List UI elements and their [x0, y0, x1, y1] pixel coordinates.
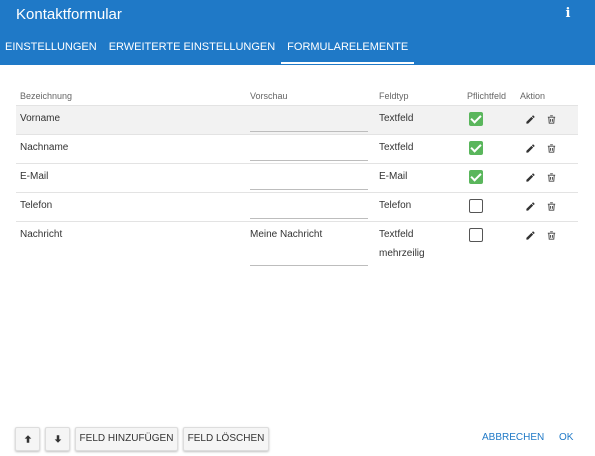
arrow-down-icon: [53, 435, 63, 447]
table-row[interactable]: E-Mail E-Mail: [16, 164, 578, 193]
move-up-button[interactable]: [15, 427, 40, 451]
field-type: Textfeld: [379, 142, 414, 153]
required-checkbox[interactable]: [469, 141, 483, 155]
field-type: Textfeld: [379, 113, 414, 124]
field-label: E-Mail: [20, 171, 49, 182]
trash-icon[interactable]: [546, 172, 557, 183]
field-label: Nachricht: [20, 229, 63, 240]
pencil-icon[interactable]: [525, 230, 536, 241]
field-label: Telefon: [20, 200, 53, 211]
field-label: Vorname: [20, 113, 61, 124]
field-type-line2: mehrzeilig: [379, 248, 425, 259]
trash-icon[interactable]: [546, 230, 557, 241]
column-header-bezeichnung: Bezeichnung: [20, 91, 73, 101]
field-label: Nachname: [20, 142, 69, 153]
table-header: Bezeichnung Vorschau Feldtyp Pflichtfeld…: [16, 86, 578, 106]
move-down-button[interactable]: [45, 427, 70, 451]
tab-formularelemente[interactable]: FORMULARELEMENTE: [281, 38, 415, 65]
preview-input-underline: [250, 189, 368, 190]
field-preview[interactable]: Meine Nachricht: [250, 229, 322, 240]
table-row[interactable]: Vorname Textfeld: [16, 106, 578, 135]
required-checkbox[interactable]: [469, 228, 483, 242]
preview-input-underline: [250, 218, 368, 219]
tab-einstellungen[interactable]: EINSTELLUNGEN: [0, 38, 103, 65]
column-header-pflichtfeld: Pflichtfeld: [467, 91, 507, 101]
preview-input-underline: [250, 160, 368, 161]
dialog-header: Kontaktformular i EINSTELLUNGEN ERWEITER…: [0, 0, 595, 65]
table-row[interactable]: Nachname Textfeld: [16, 135, 578, 164]
pencil-icon[interactable]: [525, 201, 536, 212]
table-row[interactable]: Nachricht Meine Nachricht Textfeld mehrz…: [16, 222, 578, 272]
required-checkbox[interactable]: [469, 112, 483, 126]
required-checkbox[interactable]: [469, 199, 483, 213]
cancel-button[interactable]: ABBRECHEN: [482, 432, 544, 443]
trash-icon[interactable]: [546, 114, 557, 125]
column-header-feldtyp: Feldtyp: [379, 91, 409, 101]
pencil-icon[interactable]: [525, 143, 536, 154]
field-type: E-Mail: [379, 171, 408, 182]
dialog-title: Kontaktformular: [16, 6, 122, 23]
column-header-aktion: Aktion: [520, 91, 546, 101]
column-header-vorschau: Vorschau: [250, 91, 288, 101]
form-elements-table: Bezeichnung Vorschau Feldtyp Pflichtfeld…: [16, 86, 578, 272]
preview-input-underline: [250, 265, 368, 266]
ok-button[interactable]: OK: [559, 432, 573, 443]
arrow-up-icon: [23, 435, 33, 447]
preview-input-underline: [250, 131, 368, 132]
tab-bar: EINSTELLUNGEN ERWEITERTE EINSTELLUNGEN F…: [0, 38, 415, 65]
field-type: Textfeld: [379, 229, 414, 240]
delete-field-button[interactable]: FELD LÖSCHEN: [183, 427, 269, 451]
info-icon[interactable]: i: [561, 6, 575, 22]
add-field-button[interactable]: FELD HINZUFÜGEN: [75, 427, 178, 451]
required-checkbox[interactable]: [469, 170, 483, 184]
pencil-icon[interactable]: [525, 114, 536, 125]
field-type: Telefon: [379, 200, 412, 211]
trash-icon[interactable]: [546, 143, 557, 154]
trash-icon[interactable]: [546, 201, 557, 212]
table-row[interactable]: Telefon Telefon: [16, 193, 578, 222]
tab-erweiterte-einstellungen[interactable]: ERWEITERTE EINSTELLUNGEN: [103, 38, 281, 65]
pencil-icon[interactable]: [525, 172, 536, 183]
